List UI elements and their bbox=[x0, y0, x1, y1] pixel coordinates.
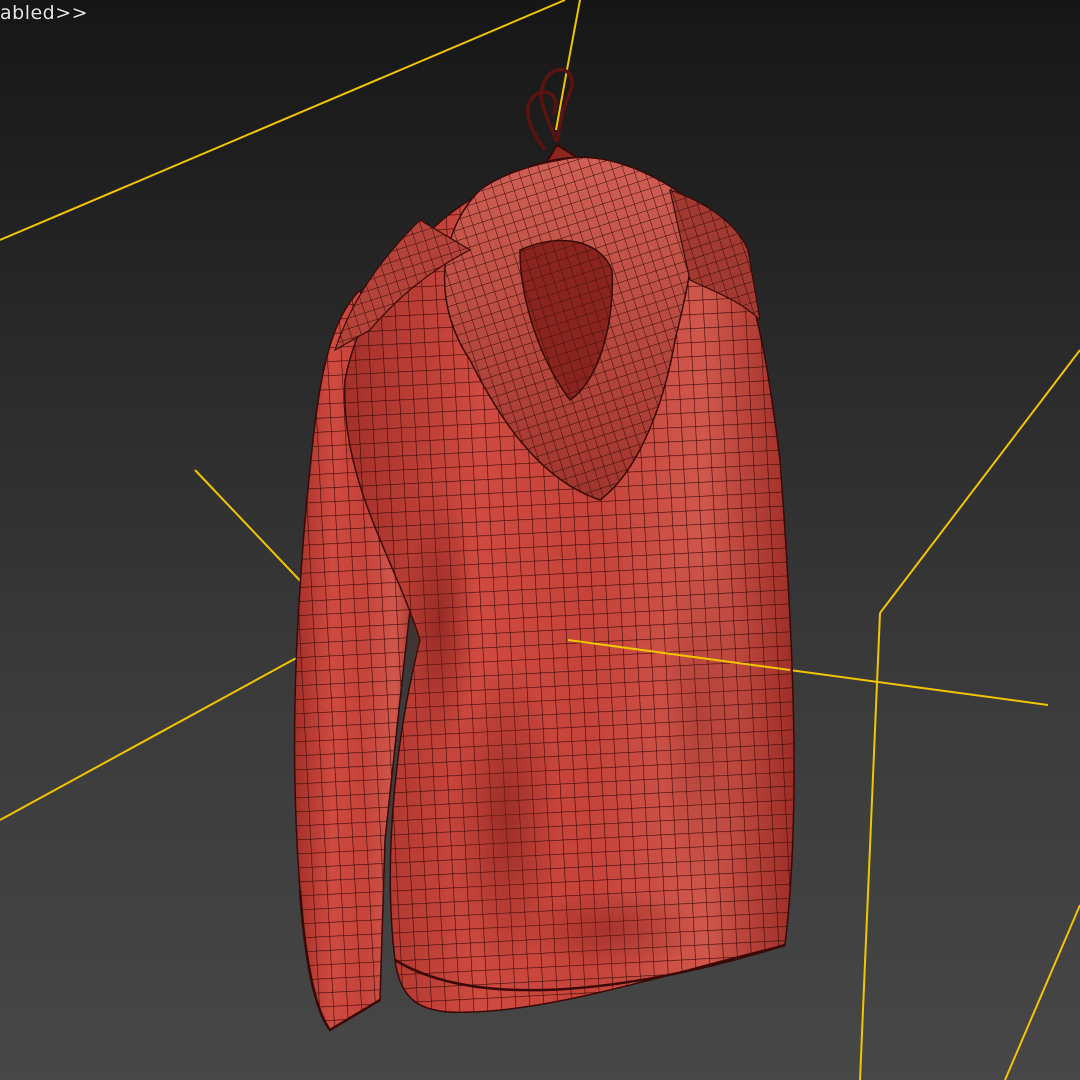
3d-viewport[interactable]: abled>> bbox=[0, 0, 1080, 1080]
hoodie-mesh[interactable] bbox=[293, 156, 795, 1032]
viewport-scene bbox=[0, 0, 1080, 1080]
